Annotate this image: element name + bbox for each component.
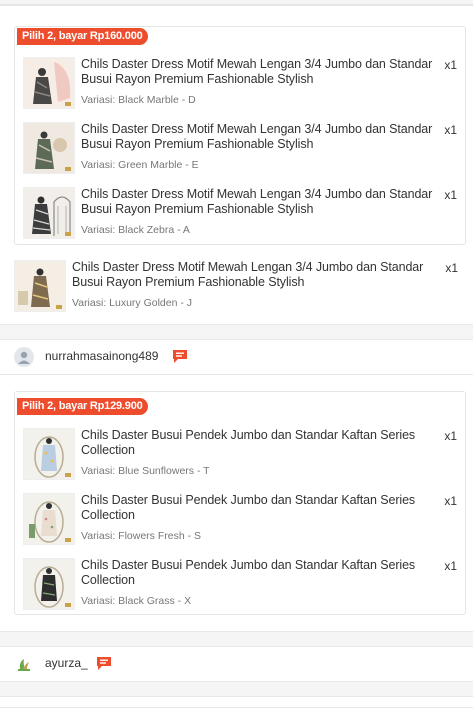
product-thumbnail[interactable] <box>23 187 75 239</box>
product-thumbnail[interactable] <box>23 493 75 545</box>
seller-avatar[interactable] <box>14 654 34 674</box>
product-title[interactable]: Chils Daster Dress Motif Mewah Lengan 3/… <box>72 260 442 290</box>
product-thumbnail[interactable] <box>23 558 75 610</box>
product-variant: Variasi: Black Marble - D <box>81 94 196 106</box>
product-quantity: x1 <box>444 58 457 72</box>
product-quantity: x1 <box>444 123 457 137</box>
product-item[interactable]: Chils Daster Dress Motif Mewah Lengan 3/… <box>15 187 465 243</box>
product-title[interactable]: Chils Daster Busui Pendek Jumbo dan Stan… <box>81 493 441 523</box>
product-title[interactable]: Chils Daster Dress Motif Mewah Lengan 3/… <box>81 187 441 217</box>
bundle-box: Pilih 2, bayar Rp160.000 Chils Daster Dr… <box>14 26 466 245</box>
order-card: Pilih 2, bayar Rp129.900 Chils Daster Bu… <box>0 374 473 632</box>
product-thumbnail[interactable] <box>23 57 75 109</box>
product-item[interactable]: Chils Daster Dress Motif Mewah Lengan 3/… <box>15 57 465 113</box>
product-quantity: x1 <box>444 494 457 508</box>
seller-bar[interactable]: ayurza_ <box>0 646 473 682</box>
product-item[interactable]: Chils Daster Busui Pendek Jumbo dan Stan… <box>15 493 465 549</box>
bundle-promo-badge: Pilih 2, bayar Rp160.000 <box>17 28 148 45</box>
product-quantity: x1 <box>444 188 457 202</box>
product-variant: Variasi: Flowers Fresh - S <box>81 530 201 542</box>
seller-bar[interactable]: nurrahmasainong489 <box>0 339 473 375</box>
product-item[interactable]: Chils Daster Dress Motif Mewah Lengan 3/… <box>15 122 465 178</box>
product-quantity: x1 <box>444 559 457 573</box>
product-title[interactable]: Chils Daster Dress Motif Mewah Lengan 3/… <box>81 57 441 87</box>
product-item[interactable]: Chils Daster Busui Pendek Jumbo dan Stan… <box>15 428 465 484</box>
product-thumbnail[interactable] <box>23 122 75 174</box>
chat-icon[interactable] <box>96 656 112 671</box>
product-variant: Variasi: Luxury Golden - J <box>72 297 193 309</box>
product-thumbnail[interactable] <box>14 260 66 312</box>
order-card: Pilih 2, bayar Rp160.000 Chils Daster Dr… <box>0 5 473 325</box>
order-card <box>0 696 473 708</box>
product-title[interactable]: Chils Daster Busui Pendek Jumbo dan Stan… <box>81 558 441 588</box>
product-thumbnail[interactable] <box>23 428 75 480</box>
product-variant: Variasi: Green Marble - E <box>81 159 199 171</box>
product-item[interactable]: Chils Daster Dress Motif Mewah Lengan 3/… <box>6 260 466 316</box>
product-title[interactable]: Chils Daster Dress Motif Mewah Lengan 3/… <box>81 122 441 152</box>
seller-avatar[interactable] <box>14 347 34 367</box>
bundle-promo-badge: Pilih 2, bayar Rp129.900 <box>17 398 148 415</box>
product-quantity: x1 <box>445 261 458 275</box>
chat-icon[interactable] <box>172 349 188 364</box>
product-variant: Variasi: Black Zebra - A <box>81 224 190 236</box>
seller-name[interactable]: ayurza_ <box>45 656 88 670</box>
product-quantity: x1 <box>444 429 457 443</box>
product-variant: Variasi: Blue Sunflowers - T <box>81 465 210 477</box>
seller-name[interactable]: nurrahmasainong489 <box>45 349 158 363</box>
product-item[interactable]: Chils Daster Busui Pendek Jumbo dan Stan… <box>15 558 465 614</box>
product-title[interactable]: Chils Daster Busui Pendek Jumbo dan Stan… <box>81 428 441 458</box>
product-variant: Variasi: Black Grass - X <box>81 595 192 607</box>
bundle-box: Pilih 2, bayar Rp129.900 Chils Daster Bu… <box>14 391 466 615</box>
